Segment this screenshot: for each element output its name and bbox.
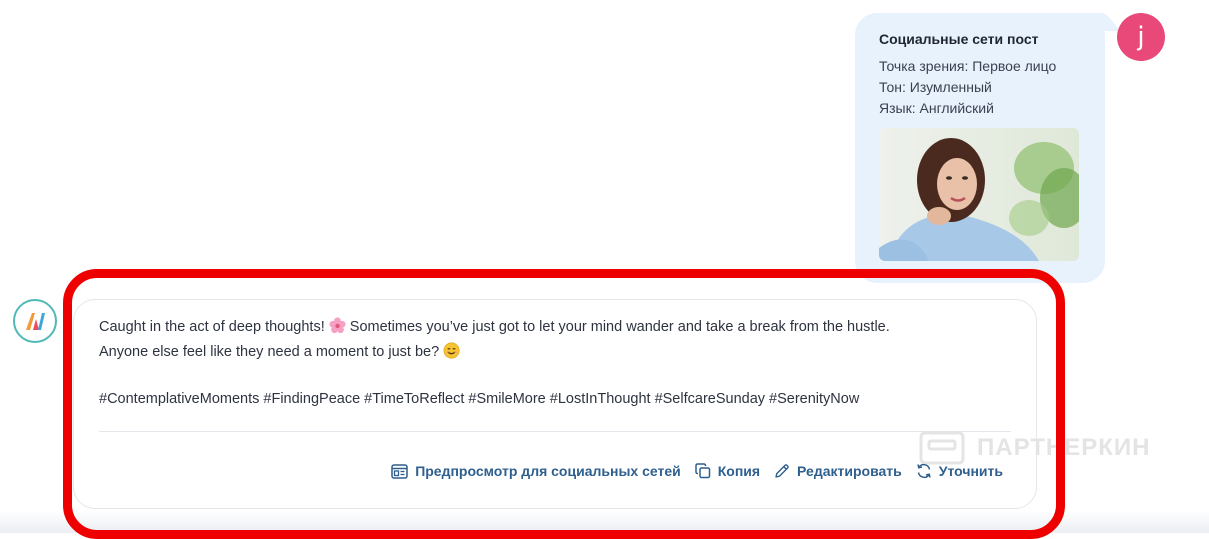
user-avatar[interactable]: j: [1117, 13, 1165, 61]
bubble-tail: [1081, 13, 1121, 31]
attached-photo[interactable]: [879, 128, 1079, 261]
user-message-title: Социальные сети пост: [879, 31, 1039, 47]
user-avatar-letter: j: [1137, 22, 1145, 52]
user-message-bubble: Социальные сети пост Точка зрения: Перво…: [855, 13, 1121, 283]
language-line: Язык: Английский: [879, 100, 994, 116]
viewpoint-line: Точка зрения: Первое лицо: [879, 58, 1057, 74]
ai-avatar: [13, 299, 57, 343]
tone-line: Тон: Изумленный: [879, 79, 992, 95]
ai-logo-icon: [26, 313, 45, 330]
red-highlight-frame: [63, 269, 1065, 539]
